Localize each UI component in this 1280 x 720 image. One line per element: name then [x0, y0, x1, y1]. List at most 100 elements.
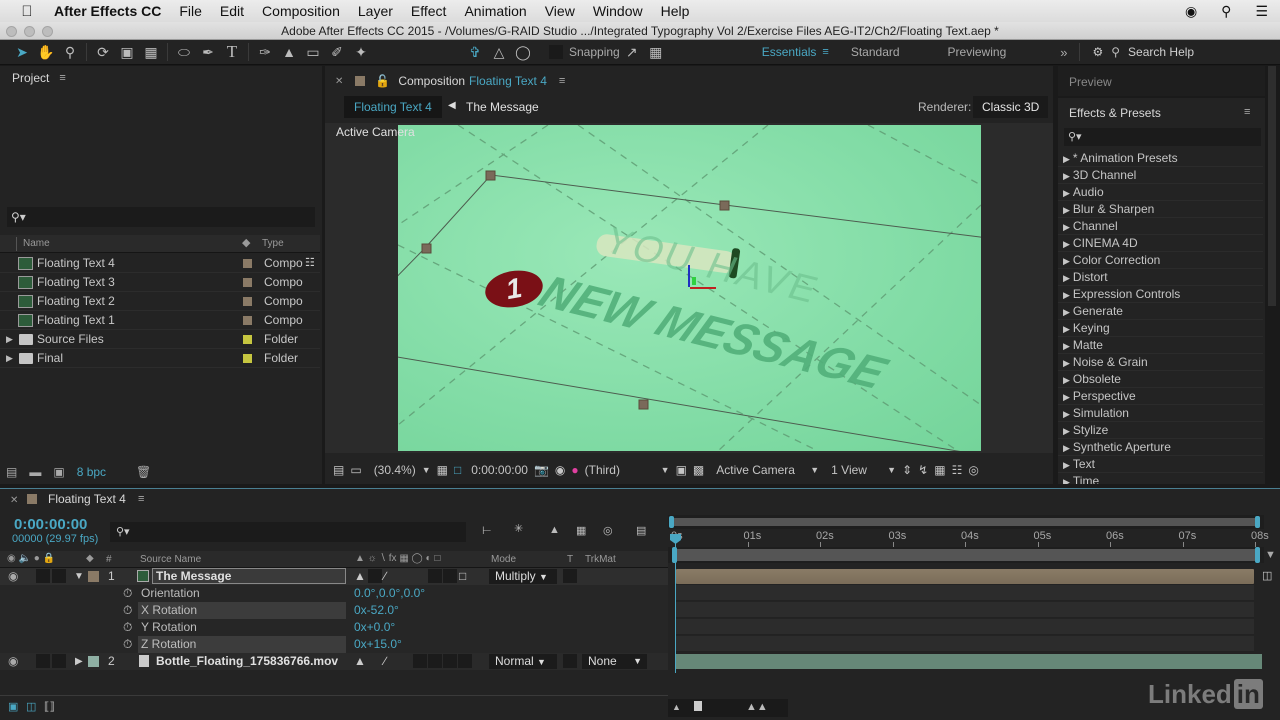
- expand-triangle-icon[interactable]: ▶: [1063, 375, 1070, 385]
- interpret-footage-icon[interactable]: ▤: [6, 465, 17, 479]
- property-value[interactable]: 0.0°,0.0°,0.0°: [354, 585, 425, 602]
- visibility-eye-icon[interactable]: ◉: [8, 653, 18, 670]
- effects-category[interactable]: ▶ Generate: [1058, 303, 1263, 320]
- work-area-bar[interactable]: [668, 547, 1264, 563]
- audio-toggle[interactable]: [36, 569, 50, 583]
- layer-bar-bottle[interactable]: [676, 654, 1262, 669]
- shy-switch-icon[interactable]: ▲: [354, 653, 366, 670]
- project-item[interactable]: Floating Text 2 Compo: [0, 292, 320, 311]
- breadcrumb-the-message[interactable]: The Message: [466, 100, 539, 114]
- ellipse-tool-icon[interactable]: ⬭: [172, 41, 196, 63]
- apple-menu-icon[interactable]: : [0, 3, 54, 20]
- project-search-input[interactable]: ⚲▾: [7, 207, 315, 227]
- effects-category[interactable]: ▶ Audio: [1058, 184, 1263, 201]
- spotlight-search-icon[interactable]: ⚲: [1221, 3, 1231, 20]
- app-menu[interactable]: After Effects CC: [54, 0, 170, 22]
- chevron-down-icon[interactable]: ▼: [810, 465, 819, 475]
- stopwatch-icon[interactable]: ⏱: [123, 602, 132, 619]
- current-time-indicator[interactable]: [675, 538, 676, 673]
- mask-visibility-icon[interactable]: □: [454, 463, 461, 477]
- transfer-controls-toggle-icon[interactable]: ◫: [26, 700, 36, 713]
- visibility-eye-icon[interactable]: ◉: [8, 568, 18, 585]
- chevron-down-icon[interactable]: ▼: [422, 465, 431, 475]
- effects-category[interactable]: ▶ * Animation Presets: [1058, 150, 1263, 167]
- panel-menu-icon[interactable]: ≡: [59, 72, 65, 84]
- roto-brush-tool-icon[interactable]: ✐: [325, 41, 349, 63]
- expand-triangle-icon[interactable]: ▶: [1063, 392, 1070, 402]
- zoom-slider-thumb[interactable]: [694, 701, 702, 711]
- zoom-tool-icon[interactable]: ⚲: [58, 41, 82, 63]
- property-value[interactable]: 0x+15.0°: [354, 636, 402, 653]
- type-tool-icon[interactable]: T: [220, 41, 244, 63]
- preserve-transparency-toggle[interactable]: [563, 569, 577, 583]
- world-axis-mode-icon[interactable]: △: [487, 41, 511, 63]
- effects-category[interactable]: ▶ 3D Channel: [1058, 167, 1263, 184]
- notification-center-icon[interactable]: ☰: [1255, 3, 1268, 20]
- label-color-swatch[interactable]: [243, 278, 252, 287]
- bit-depth-button[interactable]: 8 bpc: [77, 465, 106, 479]
- pan-behind-tool-icon[interactable]: ▦: [139, 41, 163, 63]
- quality-switch-icon[interactable]: ∕: [384, 568, 386, 585]
- brush-tool-icon[interactable]: ✑: [253, 41, 277, 63]
- expand-triangle-icon[interactable]: ▶: [1063, 324, 1070, 334]
- timeline-timecode[interactable]: 0:00:00:00: [14, 516, 87, 533]
- snap-grid-icon[interactable]: ▦: [644, 41, 668, 63]
- property-row[interactable]: ⏱ Orientation 0.0°,0.0°,0.0°: [0, 585, 668, 602]
- toggle-pixel-aspect-icon[interactable]: ⇕: [902, 463, 912, 477]
- effects-category[interactable]: ▶ CINEMA 4D: [1058, 235, 1263, 252]
- effects-category[interactable]: ▶ Matte: [1058, 337, 1263, 354]
- expand-triangle-icon[interactable]: ▶: [1063, 358, 1070, 368]
- menu-effect[interactable]: Effect: [402, 0, 456, 22]
- expand-triangle-icon[interactable]: ▶: [1063, 205, 1070, 215]
- draft-3d-icon[interactable]: ✳: [514, 522, 523, 535]
- comp-tab-name[interactable]: Floating Text 4: [469, 74, 547, 88]
- view-axis-mode-icon[interactable]: ◯: [511, 41, 535, 63]
- adjustment-switch[interactable]: [443, 654, 457, 668]
- color-channels-icon[interactable]: ●: [571, 463, 578, 477]
- motion-blur-switch[interactable]: [428, 569, 442, 583]
- clone-stamp-tool-icon[interactable]: ▲: [277, 41, 301, 63]
- solo-toggle[interactable]: [52, 569, 66, 583]
- expand-triangle-icon[interactable]: ▶: [1063, 443, 1070, 453]
- show-snapshot-icon[interactable]: ◉: [555, 463, 565, 477]
- panel-menu-icon[interactable]: ≡: [138, 493, 144, 505]
- mode-dropdown[interactable]: Multiply ▼: [489, 569, 557, 584]
- snap-options-icon[interactable]: ↗: [620, 41, 644, 63]
- time-ruler[interactable]: 0s01s02s03s04s05s06s07s08s: [668, 529, 1269, 547]
- label-color-swatch[interactable]: [243, 316, 252, 325]
- property-row[interactable]: ⏱ Y Rotation 0x+0.0°: [0, 619, 668, 636]
- layer-label-swatch[interactable]: [88, 571, 99, 582]
- expand-triangle-icon[interactable]: ▶: [1063, 460, 1070, 470]
- effects-category[interactable]: ▶ Stylize: [1058, 422, 1263, 439]
- layer-row[interactable]: ◉ ▶ 2 Bottle_Floating_175836766.mov ▲ ∕ …: [0, 653, 668, 670]
- menu-edit[interactable]: Edit: [211, 0, 253, 22]
- new-composition-icon[interactable]: ▣: [53, 465, 64, 479]
- workspace-standard[interactable]: Standard: [851, 45, 900, 59]
- property-row[interactable]: ⏱ X Rotation 0x-52.0°: [0, 602, 668, 619]
- creative-cloud-icon[interactable]: ◉: [1185, 3, 1197, 20]
- project-item[interactable]: Floating Text 1 Compo: [0, 311, 320, 330]
- breadcrumb-floating-text-4[interactable]: Floating Text 4: [344, 96, 442, 118]
- expand-triangle-icon[interactable]: ▶: [1063, 154, 1070, 164]
- navigator-start-handle[interactable]: [669, 516, 674, 528]
- effects-category[interactable]: ▶ Time: [1058, 473, 1263, 484]
- sync-settings-icon[interactable]: ⚙: [1092, 45, 1103, 59]
- hand-tool-icon[interactable]: ✋: [34, 41, 58, 63]
- workspace-essentials[interactable]: Essentials: [762, 45, 817, 59]
- label-color-swatch[interactable]: [243, 259, 252, 268]
- effects-category[interactable]: ▶ Blur & Sharpen: [1058, 201, 1263, 218]
- effects-search-input[interactable]: ⚲▾: [1064, 128, 1261, 146]
- expand-triangle-icon[interactable]: ▶: [1063, 426, 1070, 436]
- flowchart-icon[interactable]: ☷: [952, 463, 963, 477]
- current-time-display[interactable]: 0:00:00:00: [471, 463, 528, 477]
- expand-triangle-icon[interactable]: ▶: [1063, 290, 1070, 300]
- expand-triangle-icon[interactable]: ▶: [6, 330, 13, 349]
- mode-dropdown[interactable]: Normal ▼: [489, 654, 557, 669]
- work-area-navigator[interactable]: [668, 515, 1264, 529]
- column-name[interactable]: Name: [23, 238, 50, 249]
- renderer-dropdown[interactable]: Classic 3D: [973, 96, 1049, 118]
- layer-label-swatch[interactable]: [88, 656, 99, 667]
- panel-menu-icon[interactable]: ≡: [1244, 106, 1250, 118]
- effects-category[interactable]: ▶ Color Correction: [1058, 252, 1263, 269]
- motion-blur-icon[interactable]: ◎: [603, 524, 613, 537]
